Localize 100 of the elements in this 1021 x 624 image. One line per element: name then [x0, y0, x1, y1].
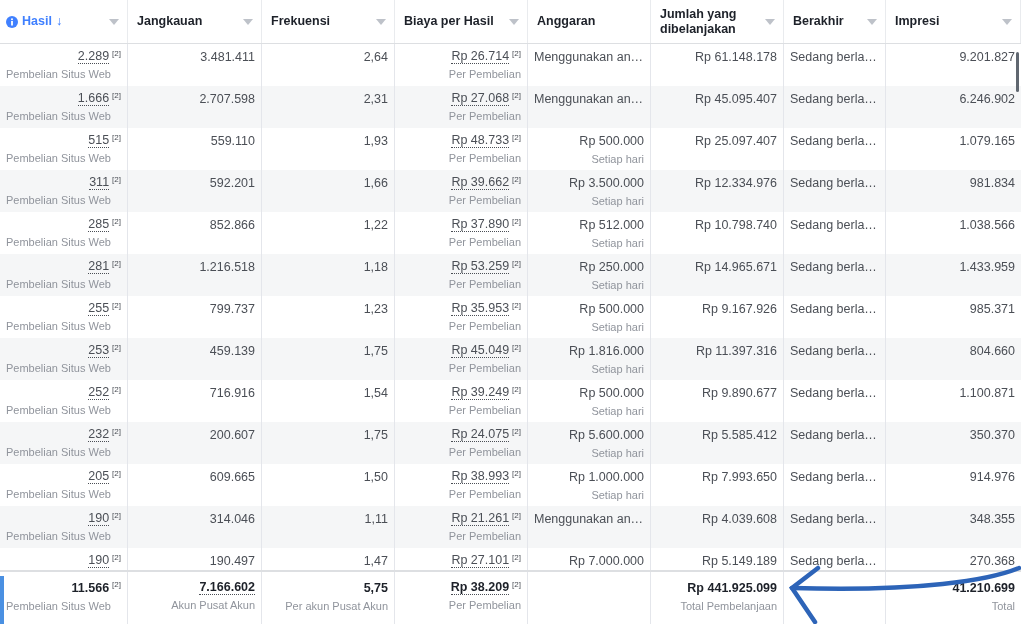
- total-caption: Pembelian Situs Web: [6, 599, 111, 613]
- footnote-mark: [2]: [112, 511, 121, 521]
- reach-value: 799.737: [209, 301, 255, 317]
- amount-spent: Rp 5.585.412: [701, 427, 777, 443]
- footnote-mark: [2]: [112, 385, 121, 395]
- footnote-mark: [2]: [112, 133, 121, 143]
- footnote-mark: [2]: [112, 469, 121, 479]
- footnote-mark: [2]: [112, 427, 121, 437]
- column-header[interactable]: Berakhir: [784, 0, 886, 43]
- column-header[interactable]: Impresi: [886, 0, 1021, 43]
- budget-period: Setiap hari: [591, 236, 644, 250]
- column-title: Jangkauan: [137, 14, 203, 29]
- footnote-mark: [2]: [512, 49, 521, 59]
- result-count: 281: [88, 259, 110, 274]
- cost-unit: Per Pembelian: [448, 529, 521, 543]
- budget-period: Setiap hari: [591, 320, 644, 334]
- result-count: 285: [88, 217, 110, 232]
- column-header[interactable]: Biaya per Hasil: [395, 0, 528, 43]
- end-status: Sedang berla…: [790, 427, 877, 443]
- column-header[interactable]: Hasil ↓: [0, 0, 128, 43]
- end-status: Sedang berla…: [790, 469, 877, 485]
- frequency-value: 1,23: [363, 301, 388, 317]
- cost-per-result: Rp 39.662: [451, 175, 510, 190]
- result-count: 515: [88, 133, 110, 148]
- column-header[interactable]: Jumlah yang dibelanjakan: [651, 0, 784, 43]
- total-cost-per-result: Rp 38.209: [450, 580, 510, 595]
- scrollbar-thumb[interactable]: [1016, 52, 1019, 92]
- budget-amount: Rp 3.500.000: [568, 175, 644, 191]
- column-header[interactable]: Frekuensi: [262, 0, 395, 43]
- column-title: Hasil: [22, 14, 52, 29]
- budget-amount: Rp 1.816.000: [568, 343, 644, 359]
- budget-period: Setiap hari: [591, 488, 644, 502]
- cost-per-result: Rp 39.249: [451, 385, 510, 400]
- impressions-value: 348.355: [969, 511, 1015, 527]
- cost-unit: Per Pembelian: [448, 193, 521, 207]
- budget-amount: Rp 250.000: [579, 259, 644, 275]
- budget-amount: Rp 500.000: [579, 385, 644, 401]
- frequency-value: 1,47: [363, 553, 388, 569]
- total-reach: 7.166.602: [199, 580, 255, 595]
- amount-spent: Rp 7.993.650: [701, 469, 777, 485]
- footnote-mark: [2]: [512, 469, 521, 479]
- footnote-mark: [2]: [112, 553, 121, 563]
- impressions-value: 9.201.827: [959, 49, 1015, 65]
- cost-per-result: Rp 53.259: [451, 259, 510, 274]
- result-count: 1.666: [77, 91, 110, 106]
- impressions-value: 350.370: [969, 427, 1015, 443]
- budget-type: Menggunakan an…: [534, 91, 644, 107]
- result-count: 255: [88, 301, 110, 316]
- frequency-value: 1,50: [363, 469, 388, 485]
- amount-spent: Rp 14.965.671: [695, 259, 777, 275]
- column-header[interactable]: Anggaran: [528, 0, 651, 43]
- impressions-value: 1.433.959: [959, 259, 1015, 275]
- cost-per-result: Rp 48.733: [451, 133, 510, 148]
- cost-unit: Per Pembelian: [448, 109, 521, 123]
- reach-value: 609.665: [209, 469, 255, 485]
- total-caption: Per Pembelian: [448, 598, 521, 612]
- sort-arrow: ↓: [55, 14, 63, 29]
- reach-value: 852.866: [209, 217, 255, 233]
- amount-spent: Rp 9.167.926: [701, 301, 777, 317]
- impressions-value: 1.038.566: [959, 217, 1015, 233]
- end-status: Sedang berla…: [790, 343, 877, 359]
- footnote-mark: [2]: [112, 343, 121, 353]
- result-count: 190: [88, 511, 110, 526]
- amount-spent: Rp 61.148.178: [695, 49, 777, 65]
- cost-unit: Per Pembelian: [448, 235, 521, 249]
- cost-per-result: Rp 27.101: [451, 553, 510, 568]
- impressions-value: 270.368: [969, 553, 1015, 569]
- reach-value: 3.481.411: [200, 49, 255, 65]
- cost-per-result: Rp 27.068: [451, 91, 510, 106]
- end-status: Sedang berla…: [790, 511, 877, 527]
- footnote-mark: [2]: [112, 49, 121, 59]
- cost-unit: Per Pembelian: [448, 403, 521, 417]
- impressions-value: 981.834: [969, 175, 1015, 191]
- footnote-mark: [2]: [512, 217, 521, 227]
- reach-value: 559.110: [210, 133, 255, 149]
- cost-unit: Per Pembelian: [448, 277, 521, 291]
- budget-period: Setiap hari: [591, 404, 644, 418]
- amount-spent: Rp 11.397.316: [695, 343, 777, 359]
- frequency-value: 1,11: [364, 511, 388, 527]
- impressions-value: 804.660: [969, 343, 1015, 359]
- footnote-mark: [2]: [112, 217, 121, 227]
- footnote-mark: [2]: [512, 259, 521, 269]
- column-title: Jumlah yang dibelanjakan: [660, 6, 738, 37]
- frequency-value: 1,66: [363, 175, 388, 191]
- reach-value: 200.607: [209, 427, 255, 443]
- result-count: 253: [88, 343, 110, 358]
- end-status: Sedang berla…: [790, 49, 877, 65]
- frequency-value: 1,54: [363, 385, 388, 401]
- amount-spent: Rp 12.334.976: [695, 175, 777, 191]
- footnote-mark: [2]: [112, 580, 121, 590]
- end-status: Sedang berla…: [790, 133, 877, 149]
- cost-unit: Per Pembelian: [448, 445, 521, 459]
- total-results: 11.566: [71, 580, 110, 596]
- column-header[interactable]: Jangkauan: [128, 0, 262, 43]
- column-title: Frekuensi: [271, 14, 331, 29]
- total-caption: Total Pembelanjaan: [680, 599, 777, 613]
- column-title: Impresi: [895, 14, 940, 29]
- end-status: Sedang berla…: [790, 301, 877, 317]
- budget-amount: Rp 500.000: [579, 133, 644, 149]
- column-title: Berakhir: [793, 14, 844, 29]
